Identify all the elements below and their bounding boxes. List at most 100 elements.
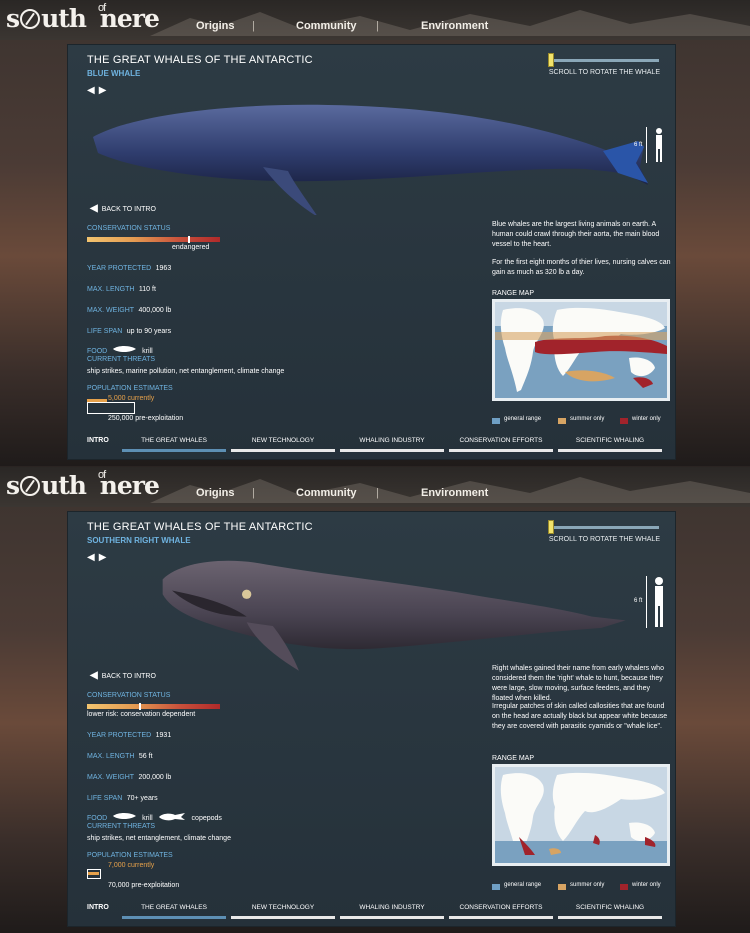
rotate-slider[interactable]: SCROLL TO ROTATE THE WHALE bbox=[548, 53, 660, 76]
whale-panel: THE GREAT WHALES OF THE ANTARCTIC BLUE W… bbox=[67, 44, 676, 460]
threats-label: CURRENT THREATS bbox=[87, 356, 156, 363]
right-whale-image bbox=[162, 560, 626, 671]
population-pre: 250,000 pre-exploitation bbox=[108, 415, 184, 422]
conservation-label: CONSERVATION STATUS bbox=[87, 225, 171, 232]
range-map bbox=[492, 299, 670, 401]
slider-handle[interactable] bbox=[548, 53, 554, 67]
section-tabs: INTRO THE GREAT WHALES NEW TECHNOLOGY WH… bbox=[68, 904, 675, 924]
back-label: BACK TO INTRO bbox=[101, 206, 156, 213]
stat-value: up to 90 years bbox=[126, 328, 172, 335]
krill-icon bbox=[112, 812, 136, 819]
panel-title: THE GREAT WHALES OF THE ANTARCTIC bbox=[87, 521, 313, 533]
back-to-intro-button[interactable]: ◀ BACK TO INTRO bbox=[90, 203, 156, 214]
max-length-row: MAX. LENGTH 56 ft bbox=[87, 745, 153, 763]
slider-track bbox=[551, 526, 659, 529]
tab-new-technology[interactable]: NEW TECHNOLOGY bbox=[231, 904, 335, 919]
population-pre: 70,000 pre-exploitation bbox=[108, 882, 180, 889]
year-protected-row: YEAR PROTECTED 1963 bbox=[87, 257, 171, 275]
rotate-slider[interactable]: SCROLL TO ROTATE THE WHALE bbox=[548, 520, 660, 543]
human-scale-icon bbox=[656, 128, 662, 162]
range-map-label: RANGE MAP bbox=[492, 290, 535, 297]
back-arrow-icon: ◀ bbox=[90, 670, 98, 681]
tab-whaling-industry[interactable]: WHALING INDUSTRY bbox=[340, 904, 444, 919]
blue-whale-image bbox=[93, 104, 648, 215]
stat-label: LIFE SPAN bbox=[87, 795, 123, 802]
food-item: krill bbox=[142, 815, 153, 822]
population-current: 5,000 currently bbox=[108, 395, 155, 402]
whale-description-2: Irregular patches of skin called callosi… bbox=[492, 703, 668, 730]
nav-origins[interactable]: Origins bbox=[196, 487, 235, 499]
tab-scientific-whaling[interactable]: SCIENTIFIC WHALING bbox=[558, 904, 662, 919]
legend-general: general range bbox=[504, 882, 542, 888]
scale-label: 6 ft bbox=[634, 142, 643, 148]
max-length-row: MAX. LENGTH 110 ft bbox=[87, 278, 156, 296]
conservation-value: lower risk: conservation dependent bbox=[87, 711, 196, 718]
conservation-marker bbox=[188, 236, 190, 243]
stat-label: LIFE SPAN bbox=[87, 328, 123, 335]
krill-icon bbox=[112, 345, 136, 352]
human-scale-icon bbox=[655, 577, 663, 627]
scale-bracket bbox=[646, 127, 649, 163]
back-label: BACK TO INTRO bbox=[101, 673, 156, 680]
legend-swatch-summer bbox=[558, 418, 566, 424]
conservation-value: endangered bbox=[172, 244, 210, 251]
stat-value: 1963 bbox=[155, 265, 172, 272]
tab-scientific-whaling[interactable]: SCIENTIFIC WHALING bbox=[558, 437, 662, 452]
header-bar: s uth of nere Origins | Community | Envir… bbox=[0, 0, 750, 40]
nav-separator: | bbox=[376, 487, 379, 499]
tab-great-whales[interactable]: THE GREAT WHALES bbox=[122, 437, 226, 452]
stat-value: 200,000 lb bbox=[138, 774, 172, 781]
threats-value: ship strikes, net entanglement, climate … bbox=[87, 835, 231, 842]
panel-title: THE GREAT WHALES OF THE ANTARCTIC bbox=[87, 54, 313, 66]
tab-conservation-efforts[interactable]: CONSERVATION EFFORTS bbox=[449, 904, 553, 919]
nav-community[interactable]: Community bbox=[296, 20, 357, 32]
map-legend: general range summer only winter only bbox=[492, 416, 672, 426]
nav-environment[interactable]: Environment bbox=[421, 487, 488, 499]
stat-label: YEAR PROTECTED bbox=[87, 732, 152, 739]
tab-whaling-industry[interactable]: WHALING INDUSTRY bbox=[340, 437, 444, 452]
threats-label: CURRENT THREATS bbox=[87, 823, 156, 830]
stat-label: MAX. LENGTH bbox=[87, 753, 135, 760]
tab-new-technology[interactable]: NEW TECHNOLOGY bbox=[231, 437, 335, 452]
legend-winter: winter only bbox=[632, 882, 661, 888]
stat-value: 110 ft bbox=[138, 286, 156, 293]
slider-handle[interactable] bbox=[548, 520, 554, 534]
population-pre-bar bbox=[87, 869, 101, 879]
tab-intro[interactable]: INTRO bbox=[87, 437, 109, 444]
stat-label: FOOD bbox=[87, 815, 108, 822]
year-protected-row: YEAR PROTECTED 1931 bbox=[87, 724, 171, 742]
population-pre-bar bbox=[87, 402, 135, 414]
main-nav: Origins | Community | Environment bbox=[0, 487, 750, 505]
range-map-image bbox=[495, 767, 667, 863]
screen-blue-whale: s uth of nere Origins | Community | Envir… bbox=[0, 0, 750, 466]
stat-value: 56 ft bbox=[138, 753, 153, 760]
nav-community[interactable]: Community bbox=[296, 487, 357, 499]
whale-panel: THE GREAT WHALES OF THE ANTARCTIC SOUTHE… bbox=[67, 511, 676, 927]
stat-label: MAX. WEIGHT bbox=[87, 774, 135, 781]
range-map-label: RANGE MAP bbox=[492, 755, 535, 762]
scale-label: 6 ft bbox=[634, 598, 643, 604]
nav-separator: | bbox=[252, 487, 255, 499]
tab-conservation-efforts[interactable]: CONSERVATION EFFORTS bbox=[449, 437, 553, 452]
life-span-row: LIFE SPAN up to 90 years bbox=[87, 320, 171, 338]
population-label: POPULATION ESTIMATES bbox=[87, 385, 173, 392]
nav-environment[interactable]: Environment bbox=[421, 20, 488, 32]
conservation-bar bbox=[87, 237, 220, 242]
conservation-label: CONSERVATION STATUS bbox=[87, 692, 171, 699]
population-current: 7,000 currently bbox=[108, 862, 155, 869]
whale-description-1: Blue whales are the largest living anima… bbox=[492, 221, 660, 248]
range-map-image bbox=[495, 302, 667, 398]
legend-swatch-general bbox=[492, 418, 500, 424]
legend-summer: summer only bbox=[570, 416, 605, 422]
tab-intro[interactable]: INTRO bbox=[87, 904, 109, 911]
nav-origins[interactable]: Origins bbox=[196, 20, 235, 32]
legend-general: general range bbox=[504, 416, 542, 422]
stat-label: MAX. LENGTH bbox=[87, 286, 135, 293]
section-tabs: INTRO THE GREAT WHALES NEW TECHNOLOGY WH… bbox=[68, 437, 675, 457]
legend-swatch-winter bbox=[620, 884, 628, 890]
max-weight-row: MAX. WEIGHT 400,000 lb bbox=[87, 299, 171, 317]
tab-great-whales[interactable]: THE GREAT WHALES bbox=[122, 904, 226, 919]
food-item: copepods bbox=[191, 815, 222, 822]
back-to-intro-button[interactable]: ◀ BACK TO INTRO bbox=[90, 670, 156, 681]
stat-label: MAX. WEIGHT bbox=[87, 307, 135, 314]
